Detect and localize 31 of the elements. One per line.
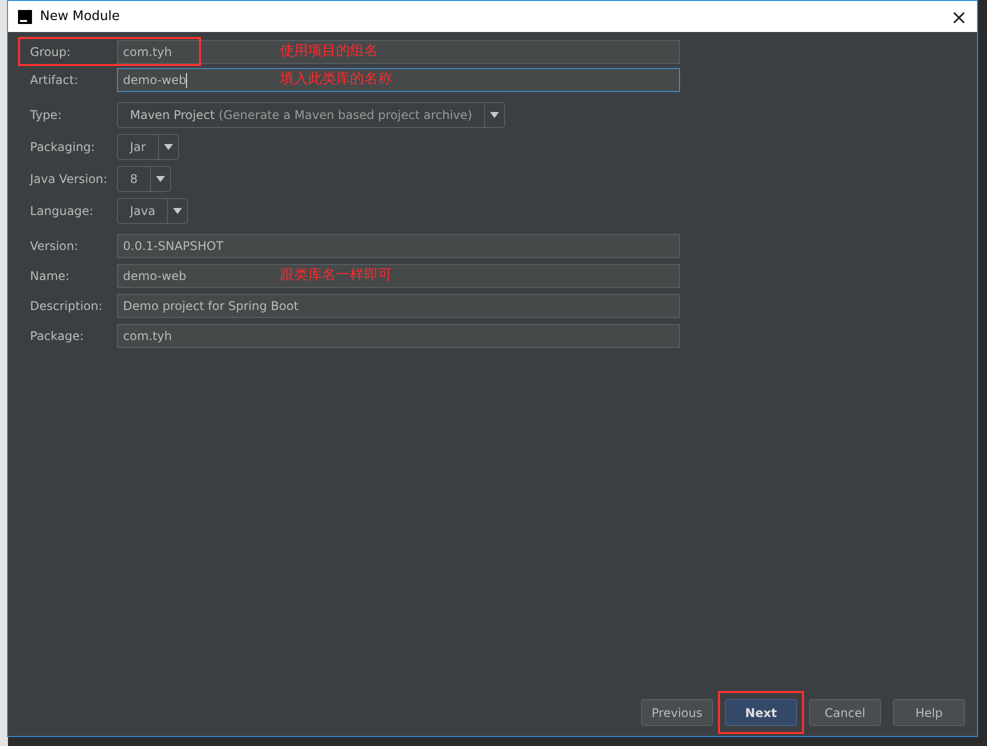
field-label: Name: xyxy=(30,269,70,283)
dialog-button[interactable]: Cancel xyxy=(809,699,881,726)
dropdown-arrow-icon xyxy=(156,176,165,182)
dialog-button[interactable]: Previous xyxy=(641,699,713,726)
input-field[interactable]: com.tyh xyxy=(117,324,680,348)
close-button[interactable]: × xyxy=(941,2,977,32)
dialog-button[interactable]: Next xyxy=(725,699,797,726)
dialog-button[interactable]: Help xyxy=(893,699,965,726)
dropdown[interactable]: 8 xyxy=(117,166,171,192)
input-field[interactable]: 0.0.1-SNAPSHOT xyxy=(117,234,680,258)
dropdown[interactable]: Jar xyxy=(117,134,179,160)
dropdown[interactable]: Java xyxy=(117,198,188,224)
field-label: Artifact: xyxy=(30,73,80,87)
field-label: Language: xyxy=(30,204,94,218)
window-title: New Module xyxy=(40,9,120,24)
field-label: Package: xyxy=(30,329,85,343)
input-field[interactable]: Demo project for Spring Boot xyxy=(117,294,680,318)
field-label: Type: xyxy=(30,108,63,122)
field-label: Group: xyxy=(30,45,72,59)
dropdown-arrow-icon xyxy=(164,144,173,150)
dropdown-arrow-icon xyxy=(490,112,500,118)
field-label: Version: xyxy=(30,239,80,253)
annotation-text: 跟类库名一样即可 xyxy=(280,266,392,285)
app-logo-icon xyxy=(18,10,32,24)
field-label: Description: xyxy=(30,299,104,313)
dropdown-arrow-icon xyxy=(173,208,182,214)
field-label: Packaging: xyxy=(30,140,96,154)
dropdown[interactable]: Maven Project (Generate a Maven based project archive) xyxy=(117,102,506,128)
annotation-text: 使用项目的组名 xyxy=(280,42,378,61)
field-label: Java Version: xyxy=(30,172,108,186)
annotation-text: 填入此类库的名称 xyxy=(280,70,392,89)
